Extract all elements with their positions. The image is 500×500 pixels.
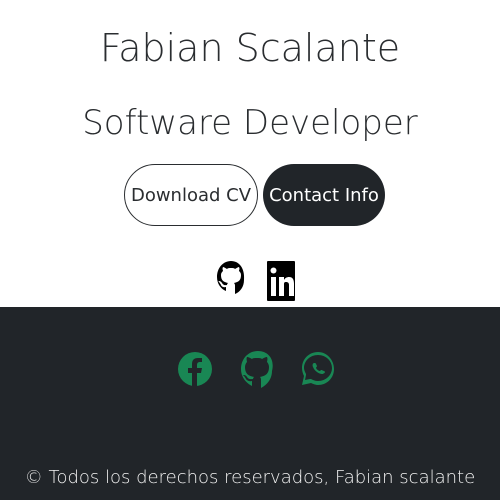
footer: © Todos los derechos reservados, Fabian … <box>0 307 500 500</box>
linkedin-icon[interactable] <box>266 259 296 305</box>
page-subtitle: Software Developer <box>82 103 418 143</box>
download-cv-button[interactable]: Download CV <box>124 164 258 226</box>
social-links <box>0 259 500 307</box>
github-icon[interactable] <box>215 259 247 305</box>
page-title: Fabian Scalante <box>99 26 401 70</box>
github-icon[interactable] <box>239 343 277 399</box>
whatsapp-icon[interactable] <box>299 343 337 399</box>
copyright-text: © Todos los derechos reservados, Fabian … <box>24 467 476 488</box>
contact-info-button[interactable]: Contact Info <box>263 164 385 226</box>
facebook-icon[interactable] <box>176 343 214 399</box>
hero-section: Fabian Scalante Software Developer Downl… <box>0 0 500 307</box>
